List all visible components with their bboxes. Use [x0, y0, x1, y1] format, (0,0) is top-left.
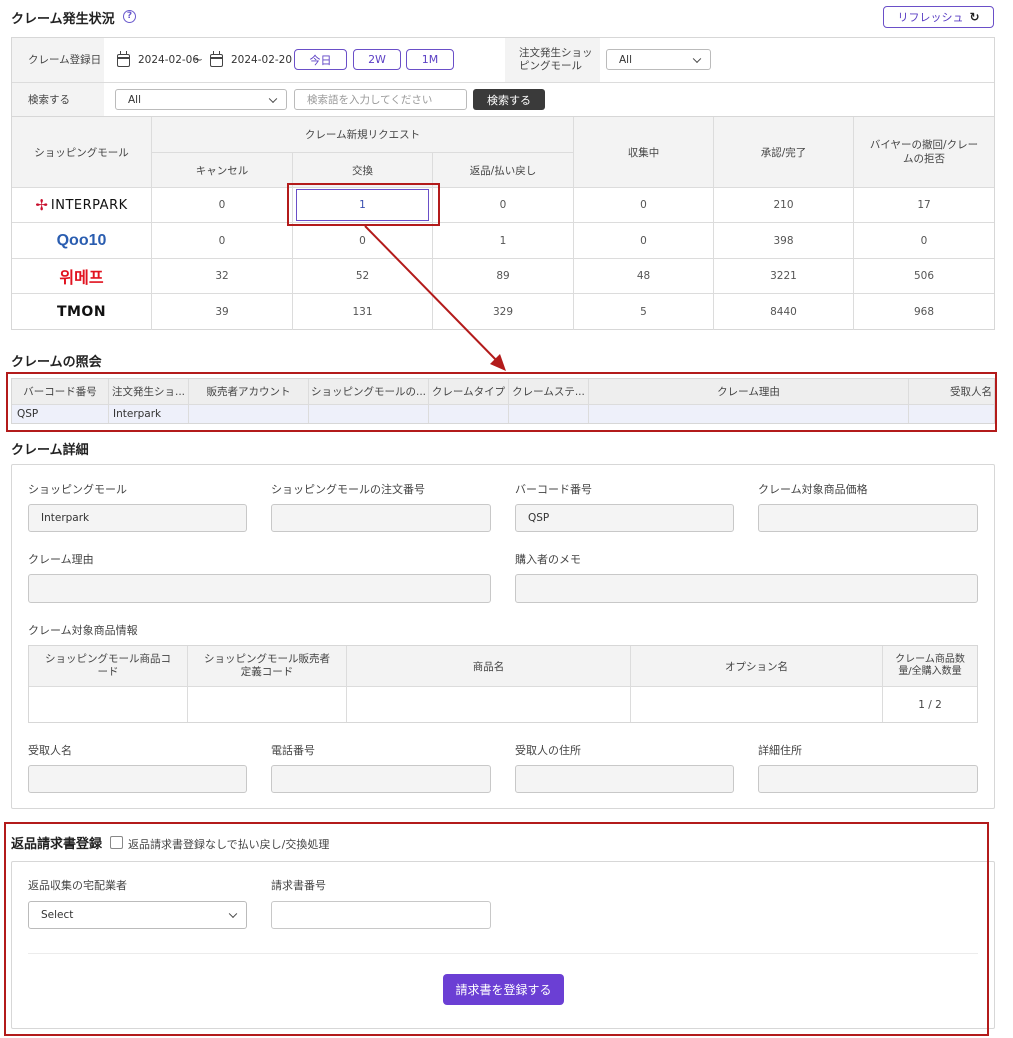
detail-reason-label: クレーム理由: [28, 553, 94, 566]
detail-product-label: クレーム対象商品情報: [28, 624, 138, 637]
detail-barcode-label: バーコード番号: [515, 483, 592, 496]
detail-price-field[interactable]: [758, 504, 978, 532]
product-col-seller-code: ショッピングモール販売者定義コード: [188, 646, 346, 686]
detail-mall-field[interactable]: Interpark: [28, 504, 247, 532]
detail-memo-label: 購入者のメモ: [515, 553, 581, 566]
inquiry-title: クレームの照会: [11, 355, 102, 370]
product-col-qty: クレーム商品数量/全購入数量: [883, 646, 977, 686]
detail-memo-field[interactable]: [515, 574, 978, 603]
detail-phone-label: 電話番号: [271, 744, 315, 757]
detail-recipient-label: 受取人名: [28, 744, 72, 757]
detail-mall-label: ショッピングモール: [28, 483, 127, 496]
detail-address-field[interactable]: [515, 765, 734, 793]
detail-price-label: クレーム対象商品価格: [758, 483, 868, 496]
detail-address-label: 受取人の住所: [515, 744, 581, 757]
highlight-invoice-section: [4, 822, 989, 1036]
detail-address-detail-label: 詳細住所: [758, 744, 802, 757]
detail-recipient-field[interactable]: [28, 765, 247, 793]
detail-phone-field[interactable]: [271, 765, 491, 793]
product-col-mall-code: ショッピングモール商品コード: [29, 646, 187, 686]
detail-order-label: ショッピングモールの注文番号: [271, 483, 425, 496]
detail-reason-field[interactable]: [28, 574, 491, 603]
detail-order-field[interactable]: [271, 504, 491, 532]
highlight-inquiry-grid: [6, 372, 997, 432]
product-col-option: オプション名: [631, 646, 882, 686]
product-qty-value: 1 / 2: [918, 698, 942, 711]
detail-title: クレーム詳細: [11, 443, 89, 458]
product-col-name: 商品名: [347, 646, 630, 686]
detail-address-detail-field[interactable]: [758, 765, 978, 793]
detail-barcode-field[interactable]: QSP: [515, 504, 734, 532]
